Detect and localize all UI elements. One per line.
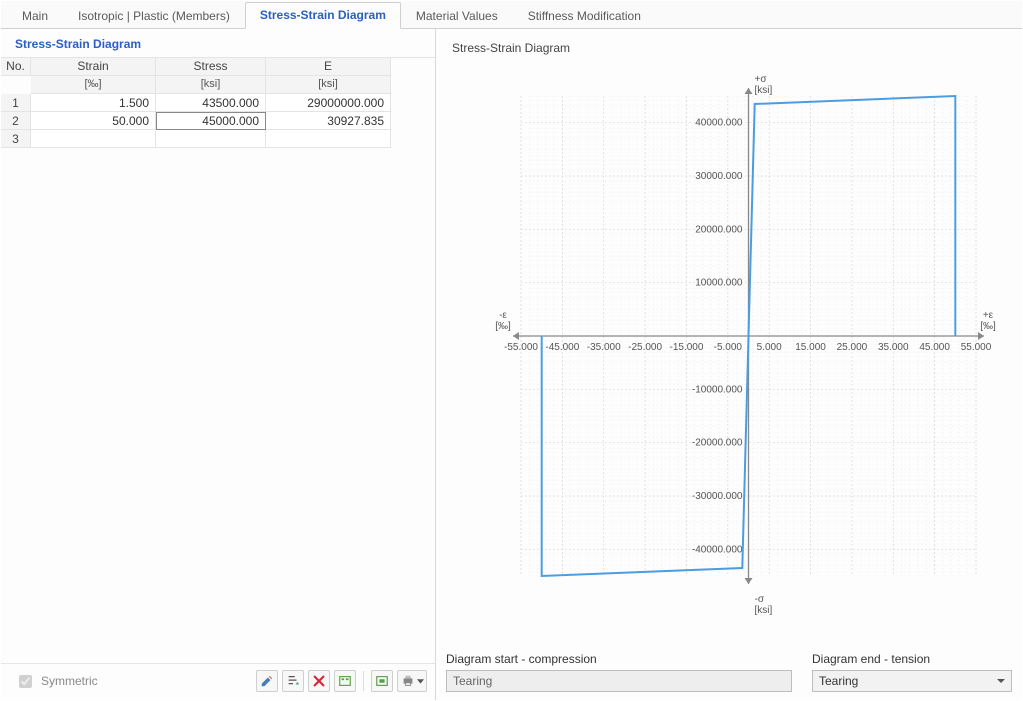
table-row-no: 3 <box>1 130 31 148</box>
table-row-no: 1 <box>1 94 31 112</box>
cell-strain[interactable]: 50.000 <box>31 112 156 130</box>
svg-text:45.000: 45.000 <box>919 342 950 353</box>
svg-text:-30000.000: -30000.000 <box>692 491 743 502</box>
svg-text:-15.000: -15.000 <box>669 342 703 353</box>
col-header-strain: Strain <box>31 58 156 76</box>
export-icon[interactable] <box>371 670 393 692</box>
col-header-stress: Stress <box>156 58 266 76</box>
svg-text:-55.000: -55.000 <box>504 342 538 353</box>
sort-icon[interactable] <box>282 670 304 692</box>
tab-main[interactable]: Main <box>7 3 63 29</box>
svg-text:-25.000: -25.000 <box>628 342 662 353</box>
svg-text:20000.000: 20000.000 <box>695 224 743 235</box>
tension-select[interactable]: Tearing <box>812 670 1012 692</box>
tab-material-values[interactable]: Material Values <box>401 3 513 29</box>
symmetric-label: Symmetric <box>41 674 98 688</box>
table-row-no: 2 <box>1 112 31 130</box>
svg-text:35.000: 35.000 <box>878 342 909 353</box>
svg-text:25.000: 25.000 <box>837 342 868 353</box>
tab-isotropic[interactable]: Isotropic | Plastic (Members) <box>63 3 245 29</box>
svg-text:[ksi]: [ksi] <box>755 605 773 616</box>
svg-text:10000.000: 10000.000 <box>695 278 743 289</box>
svg-text:[ksi]: [ksi] <box>755 85 773 96</box>
tension-label: Diagram end - tension <box>812 652 1012 666</box>
cell-e[interactable]: 30927.835 <box>266 112 391 130</box>
cell-e[interactable]: 29000000.000 <box>266 94 391 112</box>
compression-label: Diagram start - compression <box>446 652 792 666</box>
svg-text:-40000.000: -40000.000 <box>692 544 743 555</box>
tab-bar: Main Isotropic | Plastic (Members) Stres… <box>1 1 1022 29</box>
col-header-no: No. <box>1 58 31 76</box>
svg-text:30000.000: 30000.000 <box>695 171 743 182</box>
svg-text:-5.000: -5.000 <box>714 342 743 353</box>
compression-value: Tearing <box>446 670 792 692</box>
print-dropdown-icon[interactable] <box>397 670 427 692</box>
svg-text:-σ: -σ <box>755 594 765 605</box>
cell-stress[interactable]: 43500.000 <box>156 94 266 112</box>
toolbar <box>256 670 427 692</box>
stress-strain-chart: -55.000 -45.000 -35.000 -25.000 -15.000 -5.00… <box>446 61 1012 644</box>
import-icon[interactable] <box>334 670 356 692</box>
stress-strain-table: No. Strain Stress E [‰] [ksi] [ksi] 1 1.… <box>1 57 435 148</box>
svg-text:40000.000: 40000.000 <box>695 118 743 129</box>
toolbar-separator <box>363 671 364 691</box>
cell-strain[interactable]: 1.500 <box>31 94 156 112</box>
svg-text:+ε: +ε <box>983 310 994 321</box>
svg-text:55.000: 55.000 <box>961 342 992 353</box>
cell-stress-selected[interactable]: 45000.000 <box>156 112 266 130</box>
chart-title: Stress-Strain Diagram <box>446 37 1012 61</box>
col-header-e: E <box>266 58 391 76</box>
symmetric-check-input[interactable] <box>19 675 32 688</box>
col-unit-stress: [ksi] <box>156 76 266 94</box>
svg-text:-35.000: -35.000 <box>587 342 621 353</box>
edit-icon[interactable] <box>256 670 278 692</box>
svg-text:-20000.000: -20000.000 <box>692 438 743 449</box>
cell-e[interactable] <box>266 130 391 148</box>
svg-text:-45.000: -45.000 <box>545 342 579 353</box>
svg-text:-10000.000: -10000.000 <box>692 384 743 395</box>
svg-text:[‰]: [‰] <box>980 321 996 332</box>
col-unit-strain: [‰] <box>31 76 156 94</box>
svg-text:15.000: 15.000 <box>795 342 826 353</box>
delete-icon[interactable] <box>308 670 330 692</box>
svg-text:5.000: 5.000 <box>757 342 782 353</box>
svg-text:+σ: +σ <box>755 74 768 85</box>
svg-text:-ε: -ε <box>499 310 507 321</box>
cell-stress[interactable] <box>156 130 266 148</box>
symmetric-checkbox[interactable]: Symmetric <box>15 672 98 691</box>
svg-text:[‰]: [‰] <box>495 321 511 332</box>
tab-stiffness-mod[interactable]: Stiffness Modification <box>513 3 656 29</box>
left-panel-title: Stress-Strain Diagram <box>1 29 435 57</box>
tab-stress-strain[interactable]: Stress-Strain Diagram <box>245 2 401 29</box>
cell-strain[interactable] <box>31 130 156 148</box>
col-unit-e: [ksi] <box>266 76 391 94</box>
